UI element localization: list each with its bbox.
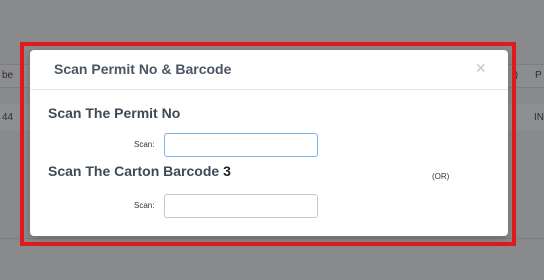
background-header-text-far: P	[535, 70, 542, 81]
carton-scan-label: Scan:	[134, 201, 155, 210]
permit-section-heading: Scan The Permit No	[48, 105, 181, 121]
background-row-text-left: 44	[2, 112, 14, 123]
carton-scan-input[interactable]	[164, 194, 318, 218]
scan-modal: Scan Permit No & Barcode × Scan The Perm…	[30, 50, 508, 236]
background-row-text-right: IN	[534, 112, 544, 123]
carton-section-heading: Scan The Carton Barcode 3	[48, 163, 231, 179]
modal-title: Scan Permit No & Barcode	[54, 61, 232, 77]
or-separator: (OR)	[432, 172, 450, 181]
background-header-text-left: be	[2, 70, 14, 81]
permit-scan-input[interactable]	[164, 133, 318, 157]
modal-header: Scan Permit No & Barcode ×	[30, 50, 508, 90]
carton-number: 3	[223, 163, 231, 179]
carton-heading-text: Scan The Carton Barcode	[48, 163, 220, 179]
close-icon[interactable]: ×	[475, 58, 486, 78]
permit-scan-label: Scan:	[134, 140, 155, 149]
